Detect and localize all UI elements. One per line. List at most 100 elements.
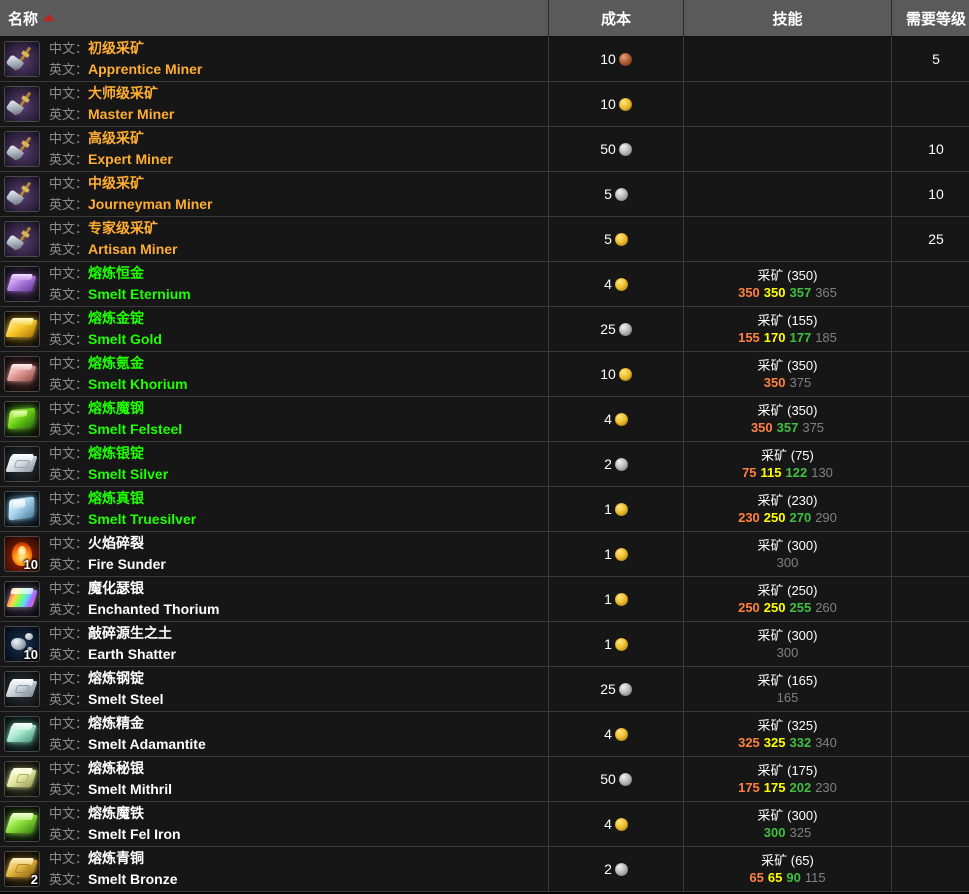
item-name-en[interactable]: Journeyman Miner bbox=[88, 196, 212, 212]
item-name-cn[interactable]: 高级采矿 bbox=[88, 130, 144, 146]
table-row[interactable]: 中文：熔炼恒金英文：Smelt Eternium4采矿 (350)3503503… bbox=[0, 262, 969, 307]
item-name-en[interactable]: Smelt Truesilver bbox=[88, 511, 196, 527]
pickaxe-icon[interactable] bbox=[4, 41, 40, 77]
pickaxe-icon[interactable] bbox=[4, 176, 40, 212]
pickaxe-icon[interactable] bbox=[4, 221, 40, 257]
table-row[interactable]: 中文：专家级采矿英文：Artisan Miner525 bbox=[0, 217, 969, 262]
item-name-en[interactable]: Smelt Eternium bbox=[88, 286, 191, 302]
item-name-cn[interactable]: 火焰碎裂 bbox=[88, 535, 144, 551]
steel-bar-icon[interactable] bbox=[4, 671, 40, 707]
item-name-en[interactable]: Artisan Miner bbox=[88, 241, 177, 257]
table-row[interactable]: 中文：熔炼金锭英文：Smelt Gold25采矿 (155)1551701771… bbox=[0, 307, 969, 352]
item-name-cn[interactable]: 熔炼钢锭 bbox=[88, 670, 144, 686]
item-name-en[interactable]: Apprentice Miner bbox=[88, 61, 202, 77]
column-header-level[interactable]: 需要等级 bbox=[892, 0, 969, 37]
table-row[interactable]: 2中文：熔炼青铜英文：Smelt Bronze2采矿 (65)656590115 bbox=[0, 847, 969, 892]
eternium-bar-icon[interactable] bbox=[4, 266, 40, 302]
table-row[interactable]: 中文：熔炼钢锭英文：Smelt Steel25采矿 (165)165 bbox=[0, 667, 969, 712]
table-row[interactable]: 中文：熔炼魔铁英文：Smelt Fel Iron4采矿 (300)300325 bbox=[0, 802, 969, 847]
item-name-en[interactable]: Smelt Steel bbox=[88, 691, 163, 707]
column-header-skill[interactable]: 技能 bbox=[684, 0, 892, 37]
item-name-cn[interactable]: 熔炼恒金 bbox=[88, 265, 144, 281]
skill-required-value: 350 bbox=[791, 358, 813, 373]
item-name-cn[interactable]: 熔炼魔铁 bbox=[88, 805, 144, 821]
item-name-en[interactable]: Smelt Silver bbox=[88, 466, 168, 482]
gold-coin-icon bbox=[615, 818, 628, 831]
item-name-cn[interactable]: 初级采矿 bbox=[88, 40, 144, 56]
table-row[interactable]: 中文：高级采矿英文：Expert Miner5010 bbox=[0, 127, 969, 172]
item-name-cn[interactable]: 敲碎源生之土 bbox=[88, 625, 172, 641]
silver-bar-icon[interactable] bbox=[4, 446, 40, 482]
khorium-bar-icon[interactable] bbox=[4, 356, 40, 392]
item-name-en[interactable]: Smelt Felsteel bbox=[88, 421, 182, 437]
item-name-en[interactable]: Smelt Bronze bbox=[88, 871, 177, 887]
label-english: 英文： bbox=[49, 602, 88, 617]
gold-bar-icon[interactable] bbox=[4, 311, 40, 347]
gold-coin-icon bbox=[619, 98, 632, 111]
item-name-cn[interactable]: 魔化瑟银 bbox=[88, 580, 144, 596]
item-name-cn[interactable]: 熔炼精金 bbox=[88, 715, 144, 731]
table-row[interactable]: 中文：熔炼秘银英文：Smelt Mithril50采矿 (175)1751752… bbox=[0, 757, 969, 802]
truesilver-bar-icon[interactable] bbox=[4, 491, 40, 527]
item-name-cn[interactable]: 熔炼秘银 bbox=[88, 760, 144, 776]
item-name-cn[interactable]: 大师级采矿 bbox=[88, 85, 158, 101]
column-header-cost[interactable]: 成本 bbox=[549, 0, 684, 37]
item-name-en[interactable]: Earth Shatter bbox=[88, 646, 176, 662]
table-row[interactable]: 中文：熔炼银锭英文：Smelt Silver2采矿 (75)7511512213… bbox=[0, 442, 969, 487]
table-row[interactable]: 中文：熔炼氪金英文：Smelt Khorium10采矿 (350)350375 bbox=[0, 352, 969, 397]
table-row[interactable]: 中文：大师级采矿英文：Master Miner10 bbox=[0, 82, 969, 127]
table-row[interactable]: 中文：熔炼魔钢英文：Smelt Felsteel4采矿 (350)3503573… bbox=[0, 397, 969, 442]
table-row[interactable]: 10中文：敲碎源生之土英文：Earth Shatter1采矿 (300)300 bbox=[0, 622, 969, 667]
adamantite-bar-icon[interactable] bbox=[4, 716, 40, 752]
bronze-bar-icon[interactable]: 2 bbox=[4, 851, 40, 887]
gold-coin-icon bbox=[615, 278, 628, 291]
label-chinese: 中文： bbox=[49, 176, 88, 191]
item-name-en[interactable]: Fire Sunder bbox=[88, 556, 166, 572]
label-chinese: 中文： bbox=[49, 41, 88, 56]
table-row[interactable]: 中文：中级采矿英文：Journeyman Miner510 bbox=[0, 172, 969, 217]
mithril-bar-icon[interactable] bbox=[4, 761, 40, 797]
item-name-en[interactable]: Smelt Khorium bbox=[88, 376, 188, 392]
enchanted-thorium-icon[interactable] bbox=[4, 581, 40, 617]
pickaxe-icon[interactable] bbox=[4, 86, 40, 122]
label-english: 英文： bbox=[49, 197, 88, 212]
fire-sunder-icon[interactable]: 10 bbox=[4, 536, 40, 572]
cell-name: 中文：熔炼恒金英文：Smelt Eternium bbox=[0, 262, 549, 307]
pickaxe-icon[interactable] bbox=[4, 131, 40, 167]
table-row[interactable]: 中文：魔化瑟银英文：Enchanted Thorium1采矿 (250)2502… bbox=[0, 577, 969, 622]
item-name-cn[interactable]: 熔炼真银 bbox=[88, 490, 144, 506]
cell-cost: 4 bbox=[549, 397, 684, 442]
item-name-en[interactable]: Expert Miner bbox=[88, 151, 173, 167]
item-name-cn[interactable]: 熔炼金锭 bbox=[88, 310, 144, 326]
skill-difficulty-yellow: 170 bbox=[764, 330, 786, 345]
item-name-cn[interactable]: 专家级采矿 bbox=[88, 220, 158, 236]
table-row[interactable]: 中文：熔炼真银英文：Smelt Truesilver1采矿 (230)23025… bbox=[0, 487, 969, 532]
felsteel-bar-icon[interactable] bbox=[4, 401, 40, 437]
skill-profession-name: 采矿 bbox=[757, 673, 783, 688]
item-name-en[interactable]: Smelt Adamantite bbox=[88, 736, 206, 752]
skill-profession-name: 采矿 bbox=[757, 718, 783, 733]
item-name-cn[interactable]: 熔炼银锭 bbox=[88, 445, 144, 461]
table-row[interactable]: 中文：初级采矿英文：Apprentice Miner105 bbox=[0, 37, 969, 82]
skill-difficulty-gray: 185 bbox=[815, 330, 837, 345]
skill-difficulty-orange: 155 bbox=[738, 330, 760, 345]
table-row[interactable]: 中文：熔炼精金英文：Smelt Adamantite4采矿 (325)32532… bbox=[0, 712, 969, 757]
item-name-en[interactable]: Smelt Fel Iron bbox=[88, 826, 181, 842]
column-header-name[interactable]: 名称 bbox=[0, 0, 549, 37]
table-row[interactable]: 10中文：火焰碎裂英文：Fire Sunder1采矿 (300)300 bbox=[0, 532, 969, 577]
earth-shatter-icon[interactable]: 10 bbox=[4, 626, 40, 662]
item-name-en[interactable]: Enchanted Thorium bbox=[88, 601, 219, 617]
skill-requirement: 采矿 (65) bbox=[684, 852, 891, 869]
label-chinese: 中文： bbox=[49, 716, 88, 731]
label-english: 英文： bbox=[49, 332, 88, 347]
item-name-en[interactable]: Master Miner bbox=[88, 106, 174, 122]
item-name-en[interactable]: Smelt Mithril bbox=[88, 781, 172, 797]
skill-required-value: 300 bbox=[791, 808, 813, 823]
skill-requirement: 采矿 (300) bbox=[684, 807, 891, 824]
fel-iron-bar-icon[interactable] bbox=[4, 806, 40, 842]
item-name-en[interactable]: Smelt Gold bbox=[88, 331, 162, 347]
item-name-cn[interactable]: 熔炼青铜 bbox=[88, 850, 144, 866]
item-name-cn[interactable]: 熔炼魔钢 bbox=[88, 400, 144, 416]
item-name-cn[interactable]: 熔炼氪金 bbox=[88, 355, 144, 371]
item-name-cn[interactable]: 中级采矿 bbox=[88, 175, 144, 191]
